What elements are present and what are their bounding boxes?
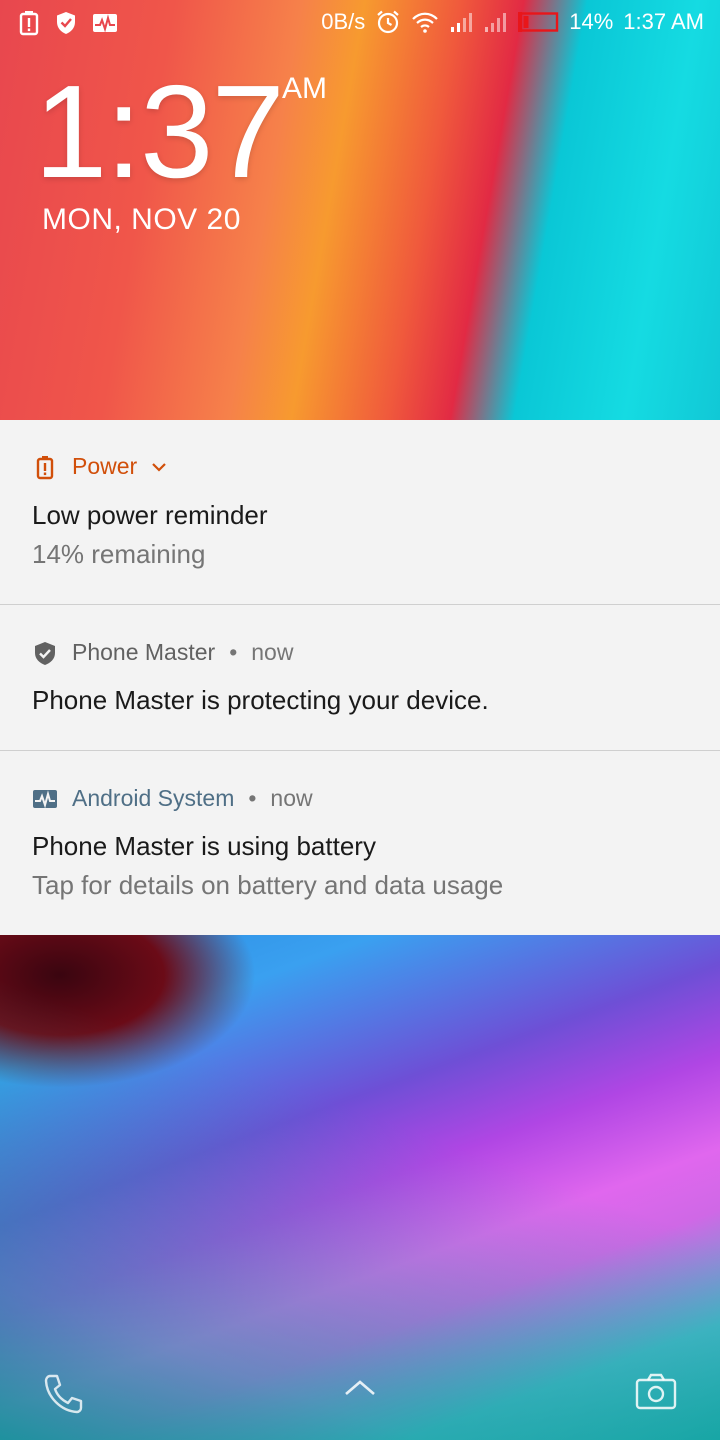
lockscreen-ampm: AM bbox=[282, 72, 327, 105]
signal-icon bbox=[451, 13, 473, 32]
chevron-down-icon[interactable] bbox=[151, 461, 167, 473]
notification-time: now bbox=[251, 639, 294, 665]
chevron-up-icon[interactable] bbox=[342, 1376, 378, 1400]
notification-title: Low power reminder bbox=[32, 500, 268, 530]
notification-power[interactable]: Power Low power reminder 14% remaining bbox=[0, 420, 720, 605]
net-speed: 0B/s bbox=[321, 9, 366, 34]
notification-text: Tap for details on battery and data usag… bbox=[32, 870, 504, 900]
notification-time: now bbox=[270, 785, 313, 811]
shield-check-icon bbox=[35, 641, 55, 665]
notification-android-system[interactable]: Android System • now Phone Master is usi… bbox=[0, 751, 720, 935]
notification-title: Phone Master is protecting your device. bbox=[32, 685, 489, 715]
status-time: 1:37 AM bbox=[623, 9, 704, 34]
notification-panel: Power Low power reminder 14% remaining P… bbox=[0, 420, 720, 935]
notification-app-name: Android System bbox=[72, 785, 235, 811]
signal-weak-icon bbox=[485, 13, 507, 32]
notification-phone-master[interactable]: Phone Master • now Phone Master is prote… bbox=[0, 605, 720, 751]
phone-icon[interactable] bbox=[40, 1370, 88, 1418]
camera-icon[interactable] bbox=[634, 1372, 678, 1412]
shield-check-icon bbox=[57, 12, 75, 34]
separator-dot: • bbox=[229, 639, 238, 665]
battery-percent: 14% bbox=[569, 9, 614, 34]
status-bar: 0B/s 14% 1:37 AM bbox=[0, 0, 720, 48]
activity-monitor-icon bbox=[93, 14, 117, 33]
notification-app-name: Phone Master bbox=[72, 639, 216, 665]
notification-header: Android System • now bbox=[32, 785, 313, 812]
battery-alert-icon bbox=[19, 11, 39, 36]
lockscreen-clock: 1:37 bbox=[34, 58, 285, 205]
activity-monitor-icon bbox=[33, 789, 57, 808]
wallpaper-bottom-overlay bbox=[0, 935, 720, 1440]
notification-text: 14% remaining bbox=[32, 539, 206, 569]
notification-header: Power bbox=[32, 453, 167, 480]
alarm-icon bbox=[377, 10, 399, 34]
battery-low-icon bbox=[518, 12, 559, 32]
separator-dot: • bbox=[248, 785, 257, 811]
lockscreen-date: MON, NOV 20 bbox=[42, 203, 241, 236]
notification-app-name: Power bbox=[72, 453, 138, 479]
battery-alert-icon bbox=[36, 455, 54, 479]
wifi-icon bbox=[412, 12, 439, 33]
notification-title: Phone Master is using battery bbox=[32, 831, 376, 861]
status-bar-left bbox=[18, 10, 118, 36]
notification-header: Phone Master • now bbox=[32, 639, 293, 666]
status-bar-right: 0B/s 14% 1:37 AM bbox=[321, 9, 704, 35]
